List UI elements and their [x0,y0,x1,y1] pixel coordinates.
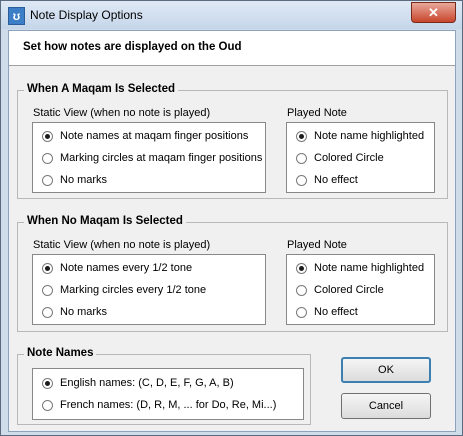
radio-french-names[interactable]: French names: (D, R, M, ... for Do, Re, … [42,399,276,411]
no-maqam-static-label: Static View (when no note is played) [33,239,211,251]
radio-selected-icon [296,262,307,274]
note-names-group-title: Note Names [24,347,97,359]
radio-selected-icon [296,130,307,142]
dialog-window: ʊ Note Display Options ✕ Set how notes a… [0,0,463,436]
radio-empty-icon [42,152,53,164]
radio-empty-icon [296,174,307,186]
app-icon: ʊ [8,7,25,25]
radio-no-maqam-colored-circle[interactable]: Colored Circle [296,284,384,296]
no-maqam-played-box: Note name highlighted Colored Circle No … [286,254,435,325]
no-maqam-group-title: When No Maqam Is Selected [24,215,186,227]
radio-maqam-note-names[interactable]: Note names at maqam finger positions [42,130,248,142]
maqam-static-label: Static View (when no note is played) [33,107,211,119]
no-maqam-static-box: Note names every 1/2 tone Marking circle… [32,254,266,325]
maqam-group-title: When A Maqam Is Selected [24,83,179,95]
radio-empty-icon [296,284,307,296]
radio-empty-icon [42,306,53,318]
radio-no-maqam-marking-circles[interactable]: Marking circles every 1/2 tone [42,284,206,296]
note-names-group: Note Names English names: (C, D, E, F, G… [17,347,311,425]
radio-maqam-no-marks[interactable]: No marks [42,174,107,186]
no-maqam-group: When No Maqam Is Selected Static View (w… [17,215,448,332]
radio-maqam-marking-circles[interactable]: Marking circles at maqam finger position… [42,152,262,164]
window-title: Note Display Options [30,8,143,22]
radio-no-maqam-no-marks[interactable]: No marks [42,306,107,318]
radio-empty-icon [42,174,53,186]
ok-button[interactable]: OK [341,357,431,383]
maqam-static-box: Note names at maqam finger positions Mar… [32,122,266,193]
radio-empty-icon [42,284,53,296]
radio-empty-icon [42,399,53,411]
header-text: Set how notes are displayed on the Oud [23,41,242,53]
radio-selected-icon [42,377,53,389]
radio-no-maqam-note-highlighted[interactable]: Note name highlighted [296,262,424,274]
header-band: Set how notes are displayed on the Oud [9,31,455,66]
title-bar[interactable]: ʊ Note Display Options ✕ [1,1,462,29]
no-maqam-played-label: Played Note [287,239,347,251]
radio-maqam-no-effect[interactable]: No effect [296,174,358,186]
radio-no-maqam-no-effect[interactable]: No effect [296,306,358,318]
radio-empty-icon [296,306,307,318]
radio-maqam-colored-circle[interactable]: Colored Circle [296,152,384,164]
maqam-played-label: Played Note [287,107,347,119]
dialog-client: Set how notes are displayed on the Oud W… [8,30,456,432]
radio-english-names[interactable]: English names: (C, D, E, F, G, A, B) [42,377,234,389]
radio-no-maqam-note-names[interactable]: Note names every 1/2 tone [42,262,192,274]
close-button[interactable]: ✕ [411,2,456,23]
radio-selected-icon [42,262,53,274]
radio-empty-icon [296,152,307,164]
maqam-played-box: Note name highlighted Colored Circle No … [286,122,435,193]
cancel-button[interactable]: Cancel [341,393,431,419]
radio-maqam-note-highlighted[interactable]: Note name highlighted [296,130,424,142]
maqam-group: When A Maqam Is Selected Static View (wh… [17,83,448,199]
radio-selected-icon [42,130,53,142]
note-names-box: English names: (C, D, E, F, G, A, B) Fre… [32,368,304,420]
